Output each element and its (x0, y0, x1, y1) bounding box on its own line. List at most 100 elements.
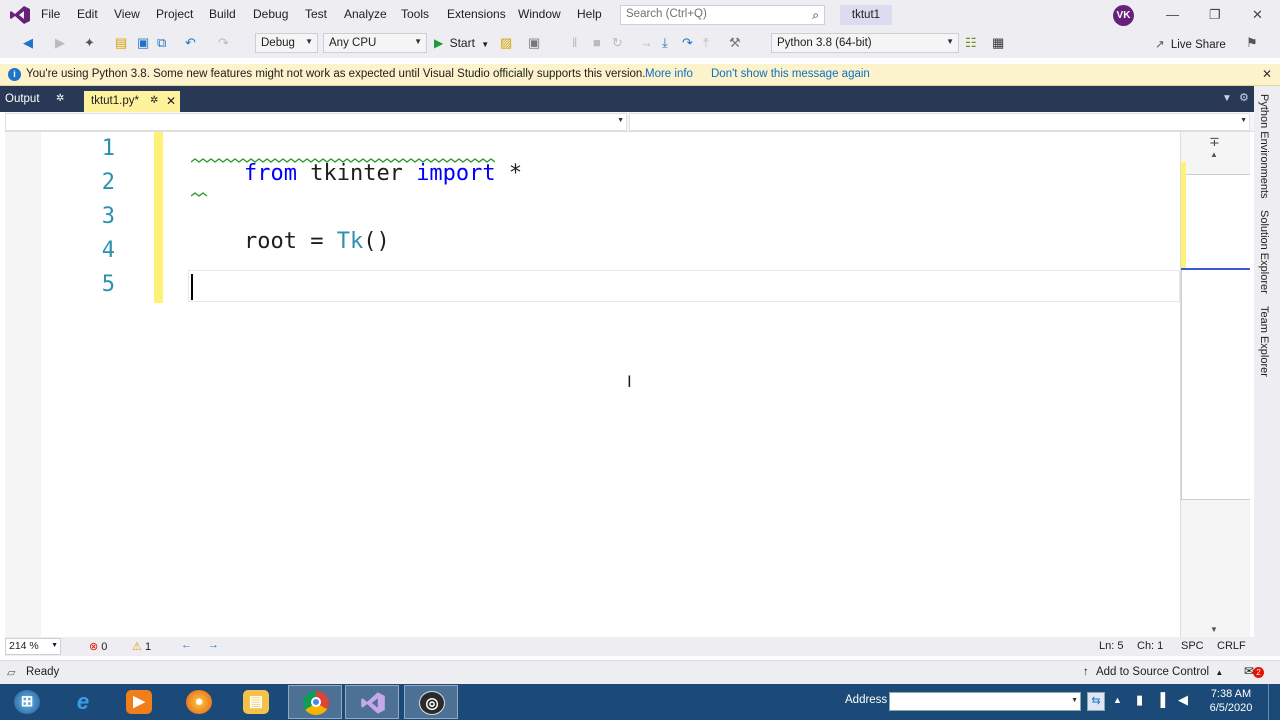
back-icon[interactable]: ◀ (23, 35, 33, 51)
column-indicator[interactable]: Ch: 1 (1137, 640, 1163, 652)
menu-tools[interactable]: Tools (401, 7, 429, 21)
menu-help[interactable]: Help (577, 7, 602, 21)
screenshot-icon[interactable]: ▣ (528, 35, 540, 51)
step-over-icon[interactable]: ↷ (682, 35, 693, 51)
forward-icon[interactable]: ▶ (55, 35, 65, 51)
restore-icon[interactable]: ❐ (1209, 7, 1221, 23)
taskbar-obs[interactable]: ◎ (404, 685, 458, 719)
platform-select[interactable]: Any CPU ▼ (323, 33, 427, 53)
menu-extensions[interactable]: Extensions (447, 7, 506, 21)
package-icon[interactable]: ☷ (965, 35, 977, 51)
close-icon[interactable]: ✕ (1252, 7, 1263, 23)
close-icon[interactable]: ✕ (166, 94, 176, 108)
code-line-3[interactable]: root = Tk() (191, 204, 390, 279)
vertical-scrollbar-map[interactable]: ∓ ▲ ▼ (1180, 132, 1250, 637)
close-icon[interactable]: ✕ (1262, 67, 1272, 81)
address-input[interactable]: ▼ (889, 692, 1081, 711)
undo-icon[interactable]: ↶ (185, 35, 196, 51)
stop-icon[interactable]: ■ (593, 35, 601, 50)
windows-start-button[interactable]: ⊞ (0, 685, 54, 719)
redo-icon[interactable]: ↷ (218, 35, 229, 51)
warnings-indicator[interactable]: ⚠ 1 (132, 640, 151, 653)
errors-indicator[interactable]: ⊗ 0 (89, 640, 107, 653)
step-out-icon[interactable]: ⤒ (703, 35, 709, 51)
keyword-import: import (416, 161, 496, 186)
types-dropdown[interactable]: ▼ (5, 113, 627, 131)
menu-window[interactable]: Window (518, 7, 561, 21)
glyph-margin[interactable] (5, 132, 41, 637)
dont-show-again-link[interactable]: Don't show this message again (711, 68, 870, 80)
zoom-select[interactable]: 214 % ▼ (5, 638, 61, 655)
tab-overflow-icon[interactable]: ▼ (1222, 93, 1232, 104)
restart-icon[interactable]: ↻ (612, 35, 623, 51)
scrollbar-thumb[interactable] (1181, 174, 1250, 500)
split-window-icon[interactable]: ∓ (1209, 134, 1220, 150)
side-tab-team-explorer[interactable]: Team Explorer (1258, 306, 1270, 377)
taskbar-internet-explorer[interactable]: e (56, 685, 110, 719)
editor-status-row: 214 % ▼ ⊗ 0 ⚠ 1 ← → Ln: 5 Ch: 1 SPC CRLF (5, 637, 1254, 656)
tools-icon[interactable]: ⚒ (729, 35, 741, 51)
battery-icon[interactable]: ▮ (1136, 692, 1143, 708)
side-tab-solution-explorer[interactable]: Solution Explorer (1258, 210, 1270, 294)
menu-build[interactable]: Build (209, 7, 236, 21)
status-bar: ▱ Ready ↑ Add to Source Control ▲ ✉ 2 (0, 660, 1280, 684)
taskbar-visual-studio[interactable] (345, 685, 399, 719)
feedback-icon[interactable]: ⚑ (1246, 35, 1258, 51)
menu-project[interactable]: Project (156, 7, 193, 21)
arrow-up-icon: ↑ (1083, 666, 1089, 678)
gear-icon[interactable]: ⚙ (1239, 91, 1249, 104)
save-icon[interactable]: ▣ (137, 35, 149, 51)
avatar[interactable]: VK (1113, 5, 1134, 26)
menu-view[interactable]: View (114, 7, 140, 21)
whitespace-indicator[interactable]: SPC (1181, 640, 1204, 652)
start-button[interactable]: ▶ Start ▼ (434, 36, 489, 50)
live-share-button[interactable]: ↗ Live Share (1155, 37, 1226, 51)
network-icon[interactable]: ▐ (1156, 692, 1165, 707)
show-next-statement-icon[interactable]: → (640, 35, 653, 50)
menu-file[interactable]: File (41, 7, 60, 21)
clock[interactable]: 7:38 AM 6/5/2020 (1206, 687, 1256, 715)
pause-icon[interactable]: ‖ (572, 35, 577, 50)
minimize-icon[interactable]: — (1166, 7, 1179, 22)
taskbar-file-explorer[interactable]: ▤ (229, 685, 283, 719)
show-hidden-icons[interactable]: ▲ (1113, 695, 1122, 705)
menu-analyze[interactable]: Analyze (344, 7, 387, 21)
open-folder-icon[interactable]: ▤ (115, 35, 127, 51)
scroll-down-icon[interactable]: ▼ (1210, 625, 1218, 634)
step-into-icon[interactable]: ⤓ (662, 35, 668, 51)
notifications-button[interactable]: ✉ 2 (1244, 664, 1264, 678)
code-editor[interactable]: 1 2 3 4 5 from tkinter import * root = T… (5, 132, 1180, 637)
configuration-select[interactable]: Debug ▼ (255, 33, 318, 53)
volume-icon[interactable]: ◀ (1178, 692, 1188, 708)
members-dropdown[interactable]: ▼ (629, 113, 1250, 131)
navigate-forward-icon[interactable]: → (208, 639, 219, 651)
python-environment-select[interactable]: Python 3.8 (64-bit) ▼ (771, 33, 959, 53)
save-all-icon[interactable]: ⧉ (157, 35, 166, 51)
navigate-backward-icon[interactable]: ← (181, 639, 192, 651)
taskbar-media-player[interactable]: ▶ (112, 685, 166, 719)
add-to-source-control-button[interactable]: ↑ Add to Source Control ▲ (1083, 666, 1223, 678)
pin-icon[interactable]: ✲ (150, 95, 158, 106)
side-tab-python-environments[interactable]: Python Environments (1258, 94, 1270, 199)
browse-with-icon[interactable]: ▨ (500, 35, 512, 51)
visual-studio-logo-icon[interactable] (9, 5, 31, 28)
show-desktop-button[interactable] (1268, 684, 1280, 720)
menu-debug[interactable]: Debug (253, 7, 288, 21)
solution-name-badge: tktut1 (840, 5, 892, 25)
pin-icon[interactable]: ✲ (56, 93, 64, 104)
menu-edit[interactable]: Edit (77, 7, 98, 21)
layout-icon[interactable]: ▦ (992, 35, 1004, 51)
tab-output[interactable]: Output (5, 93, 40, 105)
code-line-1[interactable]: from tkinter import * (191, 136, 522, 211)
new-project-icon[interactable]: ✦ (84, 35, 95, 51)
taskbar-chrome[interactable] (288, 685, 342, 719)
line-ending-indicator[interactable]: CRLF (1217, 640, 1246, 652)
search-input[interactable]: Search (Ctrl+Q) ⌕ (620, 5, 825, 25)
more-info-link[interactable]: More info (645, 68, 693, 80)
go-icon[interactable]: ⇆ (1087, 692, 1105, 711)
menu-test[interactable]: Test (305, 7, 327, 21)
taskbar-firefox[interactable]: ● (172, 685, 226, 719)
tab-tktut1-py[interactable]: tktut1.py* ✲ ✕ (84, 91, 180, 112)
scroll-up-icon[interactable]: ▲ (1210, 150, 1218, 159)
line-indicator[interactable]: Ln: 5 (1099, 640, 1123, 652)
